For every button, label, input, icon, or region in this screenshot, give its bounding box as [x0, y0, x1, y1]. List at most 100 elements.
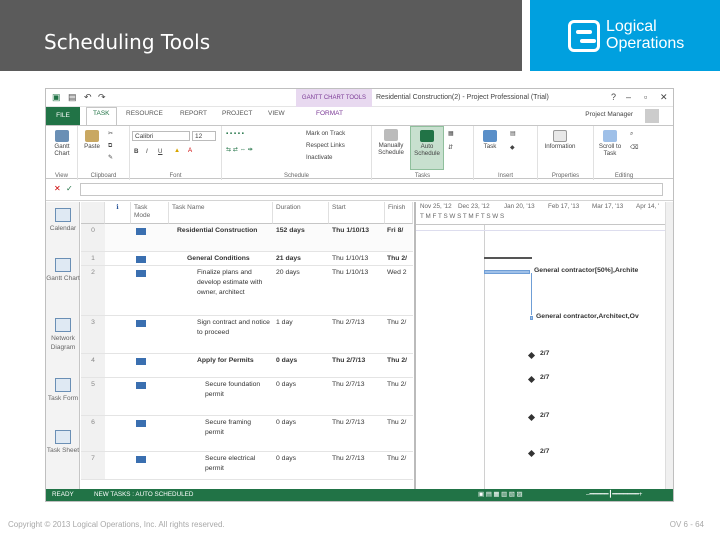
table-row[interactable]: 6 Secure framing permit 0 days Thu 2/7/1… [81, 416, 413, 452]
save-icon[interactable]: ▤ [68, 92, 77, 103]
finish[interactable]: Thu 2/ [387, 254, 407, 264]
indicators-column-header[interactable]: ℹ [105, 202, 131, 224]
information-button[interactable]: Information [540, 130, 580, 150]
finish[interactable]: Fri 8/ [387, 226, 403, 236]
tab-resource[interactable]: RESOURCE [126, 110, 163, 117]
task-name[interactable]: Residential Construction [177, 226, 273, 236]
milestone-marker[interactable] [527, 375, 536, 384]
table-row[interactable]: 5 Secure foundation permit 0 days Thu 2/… [81, 378, 413, 416]
task-name[interactable]: General Conditions [187, 254, 250, 264]
highlight-icon[interactable]: ▲ [174, 147, 180, 154]
task-name[interactable]: Sign contract and notice to proceed [197, 318, 273, 338]
cut-icon[interactable]: ✂ [108, 130, 113, 137]
percent-complete-icons[interactable]: ▪ ▪ ▪ ▪ ▪ [226, 130, 244, 137]
summary-icon[interactable]: ▤ [510, 130, 516, 137]
view-network-diagram[interactable]: Network Diagram [46, 318, 80, 352]
table-row[interactable]: 0 Residential Construction 152 days Thu … [81, 224, 413, 252]
minimize-icon[interactable]: – [626, 92, 631, 102]
duration[interactable]: 0 days [276, 380, 296, 390]
confirm-entry-icon[interactable]: ✓ [66, 184, 73, 193]
table-row[interactable]: 4 Apply for Permits 0 days Thu 2/7/13 Th… [81, 354, 413, 378]
tab-format[interactable]: FORMAT [316, 110, 343, 117]
task-bar[interactable] [530, 316, 533, 320]
inspect-icon[interactable]: ▦ [448, 130, 454, 137]
select-all-corner[interactable] [81, 202, 105, 224]
bold-button[interactable]: B [134, 148, 138, 155]
zoom-slider[interactable]: –━━━━━┃━━━━━━━+ [586, 489, 642, 501]
inactivate-button[interactable]: Inactivate [306, 154, 332, 161]
underline-button[interactable]: U [158, 148, 162, 155]
find-icon[interactable]: ⌕ [630, 130, 633, 138]
milestone-icon[interactable]: ◆ [510, 144, 515, 151]
vertical-scrollbar[interactable] [665, 202, 673, 489]
mark-on-track-button[interactable]: Mark on Track [306, 130, 345, 137]
copy-icon[interactable]: ⧉ [108, 142, 112, 150]
redo-icon[interactable]: ↷ [98, 92, 106, 103]
italic-button[interactable]: I [146, 148, 148, 155]
task-name[interactable]: Secure electrical permit [205, 454, 275, 474]
finish[interactable]: Thu 2/ [387, 418, 406, 428]
milestone-marker[interactable] [527, 351, 536, 360]
account-name[interactable]: Project Manager [585, 111, 633, 118]
start[interactable]: Thu 1/10/13 [332, 268, 368, 278]
column-header-start[interactable]: Start [329, 202, 385, 224]
paste-button[interactable]: Paste [80, 130, 104, 150]
duration[interactable]: 21 days [276, 254, 301, 264]
finish[interactable]: Thu 2/ [387, 380, 406, 390]
gantt-chart-button[interactable]: Gantt Chart [48, 130, 76, 157]
cancel-entry-icon[interactable]: ✕ [54, 184, 61, 193]
column-header-finish[interactable]: Finish [385, 202, 413, 224]
tab-view[interactable]: VIEW [268, 110, 285, 117]
view-gantt-chart[interactable]: Gantt Chart [46, 258, 80, 283]
tab-task[interactable]: TASK [86, 107, 117, 125]
finish[interactable]: Thu 2/ [387, 356, 407, 366]
task-bar[interactable] [484, 270, 530, 274]
table-row[interactable]: 7 Secure electrical permit 0 days Thu 2/… [81, 452, 413, 480]
respect-links-button[interactable]: Respect Links [306, 142, 345, 149]
scroll-to-task-button[interactable]: Scroll to Task [596, 130, 624, 157]
start[interactable]: Thu 1/10/13 [332, 254, 368, 264]
duration[interactable]: 0 days [276, 418, 296, 428]
task-name[interactable]: Secure framing permit [205, 418, 271, 438]
duration[interactable]: 0 days [276, 454, 296, 464]
maximize-icon[interactable]: ▫ [644, 92, 647, 102]
view-task-sheet[interactable]: Task Sheet [46, 430, 80, 455]
tab-project[interactable]: PROJECT [222, 110, 252, 117]
duration[interactable]: 152 days [276, 226, 305, 236]
start[interactable]: Thu 2/7/13 [332, 454, 365, 464]
column-header-task-name[interactable]: Task Name [169, 202, 273, 224]
insert-task-button[interactable]: Task [476, 130, 504, 150]
milestone-marker[interactable] [527, 413, 536, 422]
view-shortcut-icons[interactable]: ▣ ▤ ▦ ▥ ▧ ▨ [478, 489, 522, 501]
help-icon[interactable]: ? [611, 92, 616, 102]
close-icon[interactable]: ✕ [660, 92, 668, 103]
summary-bar[interactable] [484, 257, 532, 259]
font-name-field[interactable]: Calibri [132, 131, 190, 141]
manually-schedule-button[interactable]: Manually Schedule [374, 129, 408, 156]
new-tasks-mode[interactable]: NEW TASKS : AUTO SCHEDULED [94, 489, 193, 501]
finish[interactable]: Thu 2/ [387, 454, 406, 464]
start[interactable]: Thu 2/7/13 [332, 418, 365, 428]
start[interactable]: Thu 1/10/13 [332, 226, 382, 236]
task-name[interactable]: Secure foundation permit [205, 380, 271, 400]
tab-report[interactable]: REPORT [180, 110, 207, 117]
link-tasks-icons[interactable]: ⇆ ⇄ ⇔ ⇹ [226, 146, 253, 153]
avatar[interactable] [645, 109, 659, 123]
duration[interactable]: 0 days [276, 356, 297, 366]
undo-icon[interactable]: ↶ [84, 92, 92, 103]
column-header-task-mode[interactable]: Task Mode [131, 202, 169, 224]
start[interactable]: Thu 2/7/13 [332, 380, 365, 390]
task-name[interactable]: Finalize plans and develop estimate with… [197, 268, 273, 298]
finish[interactable]: Thu 2/ [387, 318, 406, 328]
start[interactable]: Thu 2/7/13 [332, 318, 365, 328]
table-row[interactable]: 2 Finalize plans and develop estimate wi… [81, 266, 413, 316]
entry-field[interactable] [80, 183, 663, 196]
column-header-duration[interactable]: Duration [273, 202, 329, 224]
format-painter-icon[interactable]: ✎ [108, 154, 113, 161]
finish[interactable]: Wed 2 [387, 268, 407, 278]
table-row[interactable]: 3 Sign contract and notice to proceed 1 … [81, 316, 413, 354]
tab-file[interactable]: FILE [46, 107, 80, 125]
duration[interactable]: 20 days [276, 268, 300, 278]
milestone-marker[interactable] [527, 449, 536, 458]
move-icon[interactable]: ⇵ [448, 144, 453, 151]
